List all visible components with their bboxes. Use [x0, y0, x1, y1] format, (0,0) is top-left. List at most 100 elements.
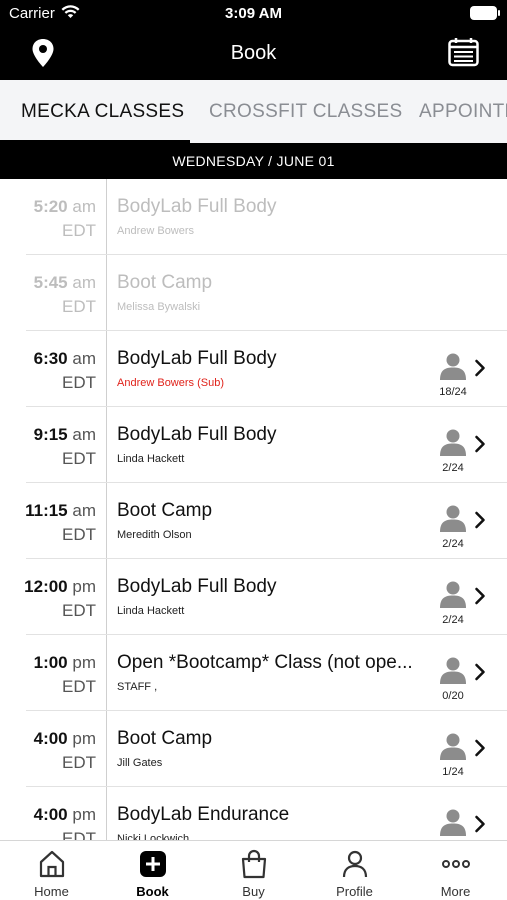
bottom-tab-bar: Home Book Buy Profile More	[0, 840, 507, 900]
class-timezone: EDT	[62, 601, 96, 620]
class-ampm: am	[72, 197, 96, 216]
class-name: Boot Camp	[117, 272, 213, 293]
class-instructor: Meredith Olson	[117, 529, 192, 541]
class-name: Boot Camp	[117, 728, 213, 749]
page-title: Book	[230, 42, 277, 64]
class-row[interactable]: 11:15 am EDT Boot Camp Meredith Olson 2/24	[0, 483, 507, 559]
tab-bar-home[interactable]: Home	[1, 841, 102, 900]
tab-appointments[interactable]: APPOINTMENTS	[419, 101, 507, 123]
class-start-time: 5:45 am	[33, 273, 96, 292]
class-instructor: Nicki Lockwich	[117, 833, 190, 840]
home-icon	[1, 849, 102, 881]
class-row[interactable]: 12:00 pm EDT BodyLab Full Body Linda Hacket…	[0, 559, 507, 635]
tab-bar-profile[interactable]: Profile	[304, 841, 405, 900]
class-row[interactable]: 4:00 pm EDT Boot Camp Jill Gates 1/24	[0, 711, 507, 787]
class-start-time: 4:00 pm	[33, 805, 96, 824]
class-ampm: am	[72, 349, 96, 368]
tab-bar-buy[interactable]: Buy	[203, 841, 304, 900]
class-timezone: EDT	[62, 221, 96, 240]
tab-crossfit-classes[interactable]: CROSSFIT CLASSES	[209, 101, 402, 123]
class-timezone: EDT	[62, 373, 96, 392]
class-timezone: EDT	[62, 753, 96, 772]
chevron-right-icon[interactable]	[474, 815, 486, 838]
chevron-right-icon[interactable]	[474, 435, 486, 458]
class-name: BodyLab Full Body	[117, 424, 277, 445]
calendar-icon[interactable]	[448, 37, 479, 72]
class-timezone: EDT	[62, 829, 96, 840]
class-start-time: 1:00 pm	[33, 653, 96, 672]
class-instructor: Melissa Bywalski	[117, 301, 201, 313]
class-capacity: 18/24	[439, 386, 467, 398]
class-start-time: 5:20 am	[33, 197, 96, 216]
class-ampm: am	[72, 425, 96, 444]
class-start-time: 12:00 pm	[24, 577, 96, 596]
class-instructor: Linda Hackett	[117, 605, 185, 617]
class-name: BodyLab Full Body	[117, 348, 277, 369]
class-row[interactable]: 9:15 am EDT BodyLab Full Body Linda Hackett…	[0, 407, 507, 483]
class-row[interactable]: 6:30 am EDT BodyLab Full Body Andrew Bowers…	[0, 331, 507, 407]
class-name: Boot Camp	[117, 500, 213, 521]
attendee-person-icon	[439, 656, 467, 689]
class-instructor: Andrew Bowers (Sub)	[117, 377, 224, 389]
class-type-tabs: MECKA CLASSES CROSSFIT CLASSES APPOINTME…	[0, 80, 507, 143]
header: Carrier 3:09 AM Book	[0, 0, 507, 80]
class-row[interactable]: 1:00 pm EDT Open *Bootcamp* Class (not ope…	[0, 635, 507, 711]
class-schedule-list: 5:20 am EDT BodyLab Full Body Andrew Bowers…	[0, 179, 507, 840]
plus-square-icon	[102, 849, 203, 881]
class-instructor: Andrew Bowers	[117, 225, 195, 237]
class-ampm: pm	[72, 577, 96, 596]
chevron-right-icon[interactable]	[474, 739, 486, 762]
attendee-person-icon	[439, 352, 467, 385]
attendee-person-icon	[439, 732, 467, 765]
attendee-person-icon	[439, 504, 467, 537]
class-capacity: 0/20	[442, 690, 464, 702]
chevron-right-icon[interactable]	[474, 587, 486, 610]
attendee-person-icon	[439, 428, 467, 461]
tab-bar-more[interactable]: More	[405, 841, 506, 900]
more-dots-icon	[405, 849, 506, 881]
chevron-right-icon[interactable]	[474, 511, 486, 534]
chevron-right-icon[interactable]	[474, 663, 486, 686]
class-start-time: 6:30 am	[33, 349, 96, 368]
tab-mecka-classes[interactable]: MECKA CLASSES	[21, 101, 184, 123]
attendee-person-icon	[439, 580, 467, 613]
class-ampm: am	[72, 501, 96, 520]
battery-icon	[470, 6, 500, 20]
class-capacity: 2/24	[442, 538, 464, 550]
class-row[interactable]: 5:20 am EDT BodyLab Full Body Andrew Bowers	[0, 179, 507, 255]
shopping-bag-icon	[203, 849, 304, 881]
class-instructor: Linda Hackett	[117, 453, 185, 465]
class-capacity: 1/24	[442, 766, 464, 778]
class-ampm: pm	[72, 729, 96, 748]
class-row[interactable]: 5:45 am EDT Boot Camp Melissa Bywalski	[0, 255, 507, 331]
class-instructor: Jill Gates	[117, 757, 163, 769]
class-start-time: 11:15 am	[25, 501, 96, 520]
date-header: WEDNESDAY / JUNE 01	[0, 143, 507, 179]
status-time: 3:09 AM	[225, 5, 282, 22]
attendee-person-icon	[439, 808, 467, 840]
class-start-time: 9:15 am	[33, 425, 96, 444]
class-start-time: 4:00 pm	[33, 729, 96, 748]
class-instructor: STAFF ,	[117, 681, 158, 693]
class-capacity: 2/24	[442, 614, 464, 626]
class-capacity: 2/24	[442, 462, 464, 474]
class-ampm: pm	[72, 653, 96, 672]
class-row[interactable]: 4:00 pm EDT BodyLab Endurance Nicki Lockwic…	[0, 787, 507, 840]
chevron-right-icon[interactable]	[474, 359, 486, 382]
class-ampm: am	[72, 273, 96, 292]
class-timezone: EDT	[62, 525, 96, 544]
status-bar: Carrier 3:09 AM	[0, 0, 507, 28]
person-icon	[304, 849, 405, 881]
class-name: Open *Bootcamp* Class (not ope...	[117, 652, 413, 673]
class-name: BodyLab Full Body	[117, 576, 277, 597]
tab-bar-book[interactable]: Book	[102, 841, 203, 900]
class-name: BodyLab Endurance	[117, 804, 290, 825]
class-timezone: EDT	[62, 297, 96, 316]
class-timezone: EDT	[62, 449, 96, 468]
tab-bar-label: Buy	[242, 884, 265, 899]
tab-bar-label: Home	[34, 884, 69, 899]
tab-bar-label: More	[440, 884, 471, 899]
class-name: BodyLab Full Body	[117, 196, 277, 217]
class-ampm: pm	[72, 805, 96, 824]
tab-bar-label: Profile	[336, 884, 373, 899]
